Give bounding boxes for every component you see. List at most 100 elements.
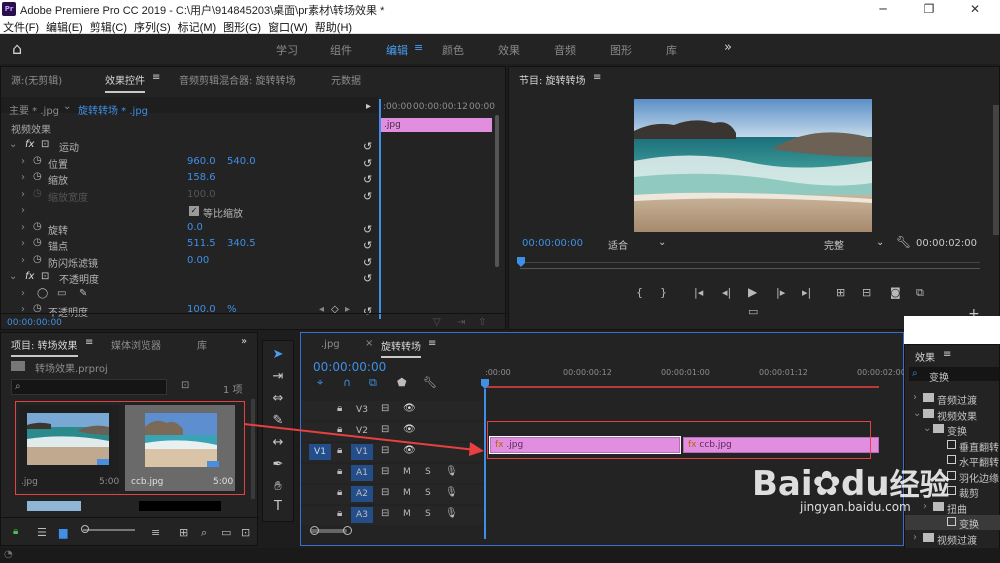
go-to-out-icon[interactable]: ▸| (802, 286, 811, 299)
effect-row[interactable]: ⌄ fx ⊡ 不透明度 ↺ (1, 271, 377, 288)
chevron-right-icon[interactable]: ⌄ (9, 271, 17, 282)
property-value[interactable]: 511.5 (187, 238, 216, 249)
snap-magnet-icon[interactable]: ∩ (343, 376, 351, 389)
ec-playhead[interactable] (379, 99, 381, 319)
lock-track-icon[interactable]: 🔒︎ (337, 487, 342, 498)
track-header[interactable]: 🔒︎ A2 ⊟ M S 🎙︎ (301, 485, 483, 504)
mute-button[interactable]: M (403, 488, 411, 498)
chevron-right-icon[interactable]: › (21, 255, 25, 266)
workspace-editing[interactable]: 编辑 (386, 42, 408, 58)
menu-sequence[interactable]: 序列(S) (131, 18, 171, 35)
type-tool-icon[interactable]: T (268, 499, 288, 514)
effects-tree-item[interactable]: › 音频过渡 (905, 391, 1000, 407)
tab-libraries[interactable]: 库 (197, 337, 207, 352)
timeline-menu-icon[interactable]: ≡ (428, 338, 436, 349)
chevron-right-icon[interactable]: › (21, 205, 25, 216)
timeline-settings-icon[interactable]: 🔧︎ (423, 376, 437, 389)
chevron-right-icon[interactable]: › (21, 238, 25, 249)
close-button[interactable]: ✕ (952, 0, 998, 18)
share-icon[interactable]: ⇧ (478, 317, 486, 328)
new-item-icon[interactable]: ⊡ (241, 526, 250, 539)
find-icon[interactable]: ⌕ (201, 526, 207, 540)
workspace-color[interactable]: 颜色 (442, 42, 464, 58)
track-select-tool-icon[interactable]: ⇥ (268, 369, 288, 384)
effect-row[interactable]: › ✓ 等比缩放 (1, 205, 377, 222)
sync-lock-icon[interactable]: ⊟ (381, 487, 389, 498)
automate-icon[interactable]: ⊞ (179, 526, 188, 539)
property-value[interactable]: 158.6 (187, 172, 216, 183)
effects-title[interactable]: 效果 (915, 349, 935, 364)
program-monitor-title[interactable]: 节目: 旋转转场 (519, 72, 586, 87)
workspace-assembly[interactable]: 组件 (330, 42, 352, 58)
camera-export-frame-icon[interactable]: ◙ (890, 286, 901, 299)
new-search-bin-icon[interactable]: ⊡ (181, 380, 189, 391)
step-forward-icon[interactable]: |▸ (776, 286, 785, 299)
chevron-right-icon[interactable]: › (21, 156, 25, 167)
zoom-fit-dropdown[interactable]: 适合 ⌄ (608, 237, 668, 252)
program-timecode[interactable]: 00:00:00:00 (522, 238, 583, 249)
comparison-view-icon[interactable]: ⧉ (916, 286, 924, 300)
program-menu-icon[interactable]: ≡ (593, 72, 601, 83)
status-icon[interactable]: ◔ (4, 549, 13, 560)
program-scrollbar[interactable] (993, 105, 999, 235)
eye-icon[interactable]: 👁︎ (403, 403, 416, 414)
project-item-jpg[interactable]: .jpg 5:00 (19, 405, 119, 491)
solo-button[interactable]: S (425, 488, 431, 498)
effect-row[interactable]: › ◷ 位置 960.0 540.0 ↺ (1, 155, 377, 173)
tab-sequence-jpg[interactable]: .jpg (321, 339, 340, 350)
nest-icon[interactable]: ⌖ (317, 376, 323, 390)
add-marker-icon[interactable]: ⬟ (397, 376, 407, 389)
stopwatch-icon[interactable]: ◷ (33, 155, 42, 166)
step-back-icon[interactable]: ◂| (722, 286, 731, 299)
comment-icon[interactable]: ▭ (748, 305, 758, 318)
zoom-slider[interactable] (83, 529, 135, 531)
ec-clip-bar[interactable]: .jpg (381, 118, 492, 132)
menu-edit[interactable]: 编辑(E) (43, 18, 83, 35)
play-icon[interactable]: ▶ (748, 285, 757, 299)
linked-selection-icon[interactable]: ⧉ (369, 376, 377, 390)
chevron-right-icon[interactable]: › (21, 172, 25, 183)
zoom-slider-handle[interactable] (81, 525, 89, 533)
wrench-settings-icon[interactable]: 🔧︎ (896, 235, 911, 249)
mark-in-icon[interactable]: { (636, 286, 643, 299)
stopwatch-icon[interactable]: ◷ (33, 254, 42, 265)
sync-lock-icon[interactable]: ⊟ (381, 403, 389, 414)
hand-tool-icon[interactable]: ✋︎ (268, 479, 288, 494)
stopwatch-icon[interactable]: ◷ (33, 188, 42, 199)
program-scrub-bar[interactable] (520, 262, 980, 263)
effect-controls-menu-icon[interactable]: ≡ (152, 72, 160, 83)
stopwatch-icon[interactable]: ◷ (33, 221, 42, 232)
master-clip-label[interactable]: 主要 * .jpg (9, 102, 59, 117)
fx-badge[interactable]: fx (25, 271, 34, 282)
work-area-bar[interactable] (485, 386, 879, 388)
track-header[interactable]: 🔒︎ V3 ⊟ 👁︎ (301, 401, 483, 420)
go-to-in-icon[interactable]: |◂ (694, 286, 703, 299)
project-menu-icon[interactable]: ≡ (85, 337, 93, 348)
chevron-icon[interactable]: ⌄ (923, 423, 931, 434)
microphone-icon[interactable]: 🎙︎ (445, 466, 458, 477)
property-value-2[interactable]: 340.5 (227, 238, 256, 249)
maximize-button[interactable]: ❐ (906, 0, 952, 18)
scroll-handle-right[interactable] (343, 526, 352, 535)
mark-out-icon[interactable]: } (660, 286, 667, 299)
project-item-ccb[interactable]: ccb.jpg 5:00 (125, 405, 235, 491)
menu-marker[interactable]: 标记(M) (175, 18, 217, 35)
mute-button[interactable]: M (403, 509, 411, 519)
reset-parameter-icon[interactable]: ↺ (363, 223, 372, 236)
sort-icon[interactable]: ≡ (151, 526, 160, 539)
effect-row[interactable]: › ◷ 缩放 158.6 ↺ (1, 171, 377, 189)
effect-row[interactable]: › ◷ 锚点 511.5 340.5 ↺ (1, 237, 377, 255)
ec-scrollbar[interactable] (495, 115, 499, 267)
pen-mask-icon[interactable]: ✎ (79, 288, 87, 299)
track-header[interactable]: 🔒︎ A3 ⊟ M S 🎙︎ (301, 506, 483, 525)
effects-tree-item[interactable]: 垂直翻转 (905, 438, 1000, 454)
mute-button[interactable]: M (403, 467, 411, 477)
chevron-right-icon[interactable]: ⌄ (9, 139, 17, 150)
stopwatch-icon[interactable]: ◷ (33, 237, 42, 248)
scroll-handle-left[interactable] (310, 526, 319, 535)
selection-tool-icon[interactable]: ➤ (268, 347, 288, 362)
workspace-graphics[interactable]: 图形 (610, 42, 632, 58)
tab-media-browser[interactable]: 媒体浏览器 (111, 337, 161, 352)
new-bin-icon[interactable]: ▭ (221, 526, 231, 539)
effect-row[interactable]: ⌄ fx ⊡ 运动 ↺ (1, 139, 377, 156)
